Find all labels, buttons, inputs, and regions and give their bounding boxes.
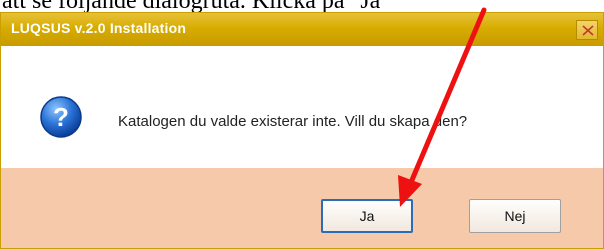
no-button[interactable]: Nej (469, 199, 561, 233)
yes-button[interactable]: Ja (321, 199, 413, 233)
dialog-button-bar: Ja Nej (1, 168, 603, 248)
dialog-titlebar[interactable]: LUQSUS v.2.0 Installation (1, 13, 603, 46)
close-icon (582, 25, 594, 36)
close-button[interactable] (576, 20, 598, 40)
svg-text:?: ? (53, 102, 69, 132)
dialog-content: ? Katalogen du valde existerar inte. Vil… (1, 46, 603, 168)
dialog-title: LUQSUS v.2.0 Installation (11, 20, 187, 36)
installation-dialog: LUQSUS v.2.0 Installation ? Katalogen du… (0, 12, 604, 249)
question-icon: ? (40, 96, 82, 138)
dialog-message: Katalogen du valde existerar inte. Vill … (118, 113, 468, 130)
